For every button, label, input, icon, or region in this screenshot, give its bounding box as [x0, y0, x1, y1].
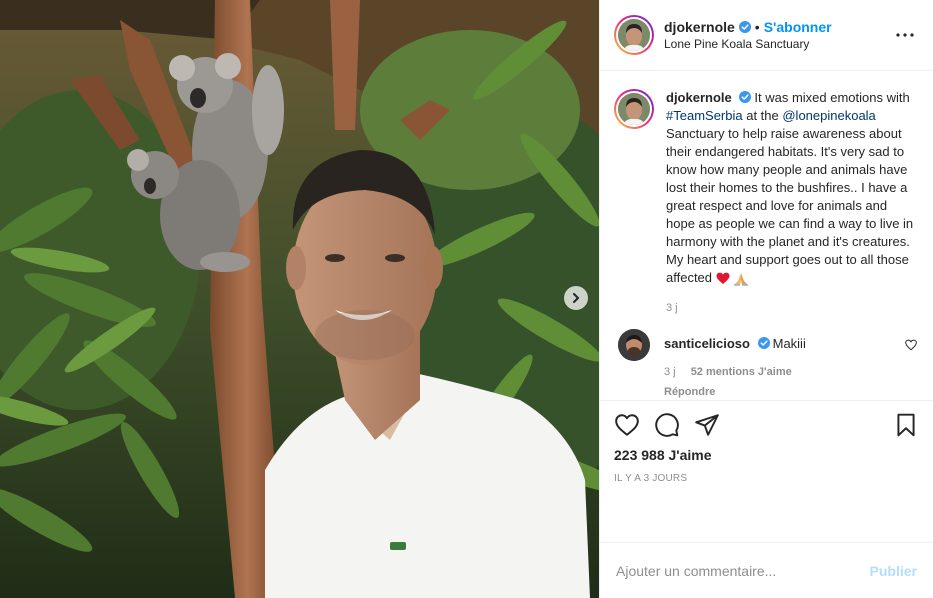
comment-age[interactable]: 3 j — [664, 366, 676, 378]
heart-icon[interactable] — [614, 412, 640, 438]
post-dialog: djokernole • S'abonner Lone Pine Koala S… — [0, 0, 933, 598]
post-username[interactable]: djokernole — [664, 18, 735, 36]
separator-dot: • — [754, 19, 760, 35]
chevron-right-icon — [573, 293, 579, 303]
caption-text-part1: It was mixed emotions with — [754, 90, 910, 105]
add-comment-bar: Publier — [600, 542, 933, 598]
caption-text: djokernole It was mixed emotions with #T… — [666, 89, 917, 287]
post-actions: 223 988 J'aime IL Y A 3 JOURS — [600, 400, 933, 542]
verified-badge-icon — [757, 337, 770, 349]
bookmark-icon[interactable] — [893, 412, 919, 438]
praying-hands-emoji-icon — [733, 272, 749, 286]
next-photo-button[interactable] — [564, 286, 588, 310]
commenter-avatar[interactable] — [618, 329, 650, 361]
caption-avatar[interactable] — [618, 93, 650, 125]
caption: djokernole It was mixed emotions with #T… — [614, 89, 917, 317]
comment-likes[interactable]: 52 mentions J'aime — [691, 366, 792, 378]
verified-badge-icon — [738, 21, 751, 33]
mention-link[interactable]: @lonepinekoala — [782, 108, 875, 123]
comment-item: santicelicioso Makiii 3 j 52 mentions J'… — [614, 329, 917, 400]
caption-meta: 3 j — [666, 299, 917, 317]
follow-button[interactable]: S'abonner — [764, 18, 832, 36]
avatar-image — [618, 329, 650, 361]
avatar-image — [618, 93, 650, 125]
caption-text-part2: at the — [742, 108, 783, 123]
post-age: IL Y A 3 JOURS — [614, 473, 688, 484]
location-link[interactable]: Lone Pine Koala Sanctuary — [664, 36, 893, 52]
commenter-username[interactable]: santicelicioso — [664, 336, 750, 351]
more-options-icon[interactable] — [893, 33, 917, 37]
caption-text-part3: Sanctuary to help raise awareness about … — [666, 126, 914, 285]
reply-button[interactable]: Répondre — [664, 383, 905, 400]
share-icon[interactable] — [694, 412, 720, 438]
story-ring[interactable] — [614, 15, 654, 55]
comment-text: Makiii — [772, 336, 806, 351]
comment-input[interactable] — [616, 562, 870, 579]
comment-icon[interactable] — [654, 412, 680, 438]
caption-username[interactable]: djokernole — [666, 90, 732, 105]
comments-list: djokernole It was mixed emotions with #T… — [600, 71, 933, 400]
koala-photo-illustration — [0, 0, 599, 598]
hashtag-link[interactable]: #TeamSerbia — [666, 108, 743, 123]
heart-emoji-icon — [716, 272, 730, 285]
comment-like-heart-icon[interactable] — [905, 339, 917, 351]
likes-count[interactable]: 223 988 J'aime — [614, 447, 919, 463]
comment-meta: 3 j 52 mentions J'aime Répondre — [664, 363, 917, 400]
avatar[interactable] — [618, 19, 650, 51]
post-side-panel: djokernole • S'abonner Lone Pine Koala S… — [599, 0, 933, 598]
caption-story-ring[interactable] — [614, 89, 654, 129]
post-photo[interactable] — [0, 0, 599, 598]
verified-badge-icon — [739, 91, 752, 103]
publish-button[interactable]: Publier — [870, 563, 917, 579]
post-header: djokernole • S'abonner Lone Pine Koala S… — [600, 0, 933, 71]
caption-age[interactable]: 3 j — [666, 302, 678, 314]
avatar-image — [618, 19, 650, 51]
